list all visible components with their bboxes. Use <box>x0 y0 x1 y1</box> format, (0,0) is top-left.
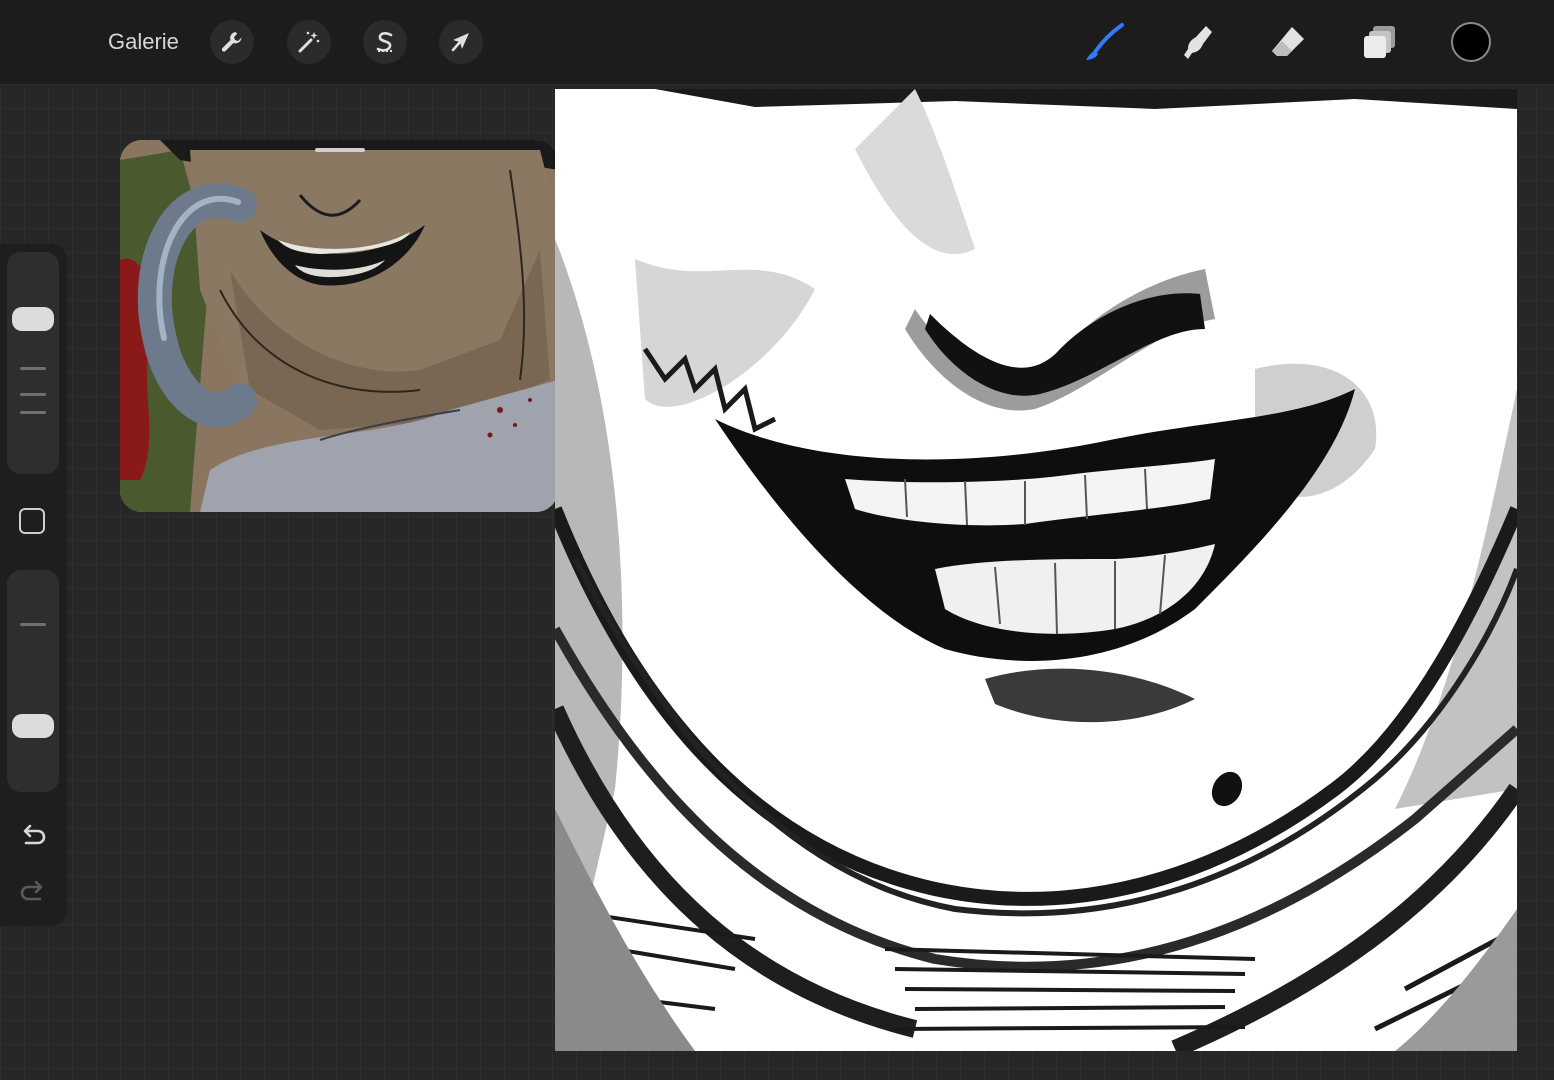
gallery-button[interactable]: Galerie <box>108 28 179 56</box>
transform-button[interactable] <box>439 20 483 64</box>
layers-button[interactable] <box>1356 18 1404 66</box>
undo-icon[interactable] <box>18 822 48 852</box>
drawing-canvas[interactable] <box>555 89 1517 1051</box>
actions-button[interactable] <box>210 20 254 64</box>
brush-icon <box>1086 23 1124 60</box>
reference-drag-handle[interactable] <box>315 148 365 152</box>
procreate-app: Galerie <box>0 0 1554 1080</box>
eraser-icon <box>1272 27 1304 56</box>
slider-tick <box>20 393 46 396</box>
modify-square-icon[interactable] <box>19 508 45 534</box>
opacity-slider[interactable] <box>7 570 59 792</box>
smudge-icon <box>1184 26 1212 59</box>
reference-image <box>120 140 558 512</box>
top-toolbar: Galerie <box>0 0 1554 84</box>
slider-tick <box>20 367 46 370</box>
selection-s-icon <box>376 32 393 52</box>
smudge-tool-button[interactable] <box>1172 18 1220 66</box>
sidebar <box>0 244 67 926</box>
eraser-tool-button[interactable] <box>1264 18 1312 66</box>
reference-window[interactable] <box>120 140 558 512</box>
adjustments-button[interactable] <box>287 20 331 64</box>
selection-button[interactable] <box>363 20 407 64</box>
color-picker-swatch[interactable] <box>1451 22 1491 62</box>
wrench-icon <box>221 32 242 52</box>
paint-tool-button[interactable] <box>1080 18 1128 66</box>
slider-tick <box>20 411 46 414</box>
magic-wand-icon <box>298 31 320 53</box>
brush-size-thumb[interactable] <box>12 306 54 331</box>
canvas-artwork <box>555 89 1517 1051</box>
opacity-thumb[interactable] <box>12 713 54 738</box>
redo-icon[interactable] <box>18 878 48 908</box>
arrow-cursor-icon <box>451 33 469 52</box>
brush-size-slider[interactable] <box>7 252 59 474</box>
layers-icon <box>1364 26 1395 58</box>
slider-tick <box>20 623 46 626</box>
